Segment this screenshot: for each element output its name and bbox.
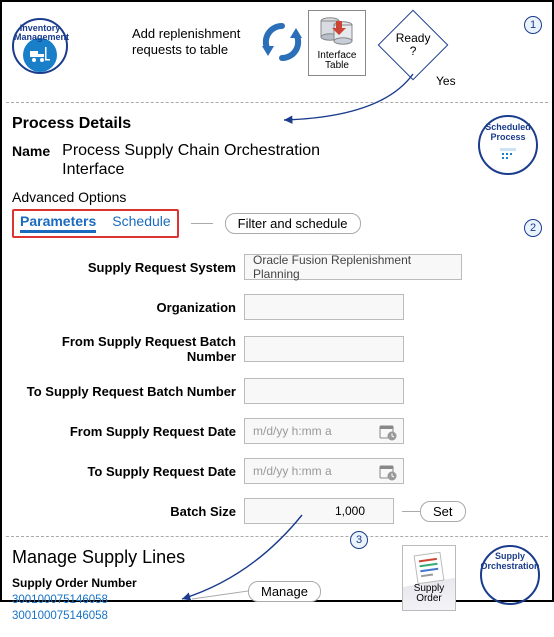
set-callout: Set bbox=[420, 501, 466, 522]
step-badge-1: 1 bbox=[524, 16, 542, 34]
batch-size-input[interactable]: 1,000 bbox=[244, 498, 394, 524]
from-date-input[interactable]: m/d/yy h:mm a bbox=[244, 418, 404, 444]
inventory-management-badge: InventoryManagement bbox=[12, 18, 68, 74]
supply-request-system-input[interactable]: Oracle Fusion Replenishment Planning bbox=[244, 254, 462, 280]
to-batch-label: To Supply Request Batch Number bbox=[12, 384, 244, 399]
tabs-highlight-box: Parameters Schedule bbox=[12, 209, 179, 238]
supply-orchestration-label: SupplyOrchestration bbox=[481, 552, 540, 571]
from-batch-label: From Supply Request Batch Number bbox=[12, 334, 244, 364]
filter-schedule-callout: Filter and schedule bbox=[225, 213, 361, 234]
scheduled-process-badge: ScheduledProcess bbox=[478, 115, 538, 175]
process-name-value: Process Supply Chain Orchestration Inter… bbox=[62, 141, 362, 179]
tab-parameters[interactable]: Parameters bbox=[20, 213, 96, 233]
from-batch-input[interactable] bbox=[244, 336, 404, 362]
to-date-input[interactable]: m/d/yy h:mm a bbox=[244, 458, 404, 484]
calendar-picker-icon[interactable] bbox=[379, 463, 397, 481]
forklift-icon bbox=[30, 47, 50, 63]
calendar-picker-icon[interactable] bbox=[379, 423, 397, 441]
decision-yes-label: Yes bbox=[436, 74, 456, 88]
supply-orchestration-badge: SupplyOrchestration bbox=[480, 545, 540, 605]
batch-size-label: Batch Size bbox=[12, 504, 244, 519]
interface-table-box: InterfaceTable bbox=[308, 10, 366, 76]
cycle-arrows-icon bbox=[260, 20, 304, 64]
organization-label: Organization bbox=[12, 300, 244, 315]
manage-callout: Manage bbox=[248, 581, 321, 602]
orchestration-icon bbox=[500, 573, 520, 593]
interface-table-label: InterfaceTable bbox=[318, 51, 357, 72]
advanced-options-heading: Advanced Options bbox=[12, 189, 542, 205]
name-label: Name bbox=[12, 141, 50, 159]
document-lines-icon bbox=[412, 550, 446, 586]
organization-input[interactable] bbox=[244, 294, 404, 320]
manage-supply-lines-title: Manage Supply Lines bbox=[12, 547, 542, 568]
calendar-icon bbox=[499, 146, 517, 162]
inventory-management-label: InventoryManagement bbox=[14, 24, 66, 43]
tab-schedule[interactable]: Schedule bbox=[112, 213, 170, 233]
ready-decision: Ready? bbox=[378, 10, 449, 81]
ready-decision-label: Ready? bbox=[396, 32, 431, 58]
process-details-title: Process Details bbox=[12, 115, 542, 133]
database-stack-icon bbox=[320, 17, 354, 47]
step-badge-2: 2 bbox=[524, 219, 542, 237]
to-date-label: To Supply Request Date bbox=[12, 464, 244, 479]
from-date-label: From Supply Request Date bbox=[12, 424, 244, 439]
supply-order-box: SupplyOrder bbox=[402, 545, 456, 611]
supply-request-system-label: Supply Request System bbox=[12, 260, 244, 275]
scheduled-process-label: ScheduledProcess bbox=[485, 123, 531, 142]
to-batch-input[interactable] bbox=[244, 378, 404, 404]
supply-order-link[interactable]: 300100075146058 bbox=[12, 610, 542, 622]
add-replenishment-text: Add replenishment requests to table bbox=[132, 26, 262, 57]
